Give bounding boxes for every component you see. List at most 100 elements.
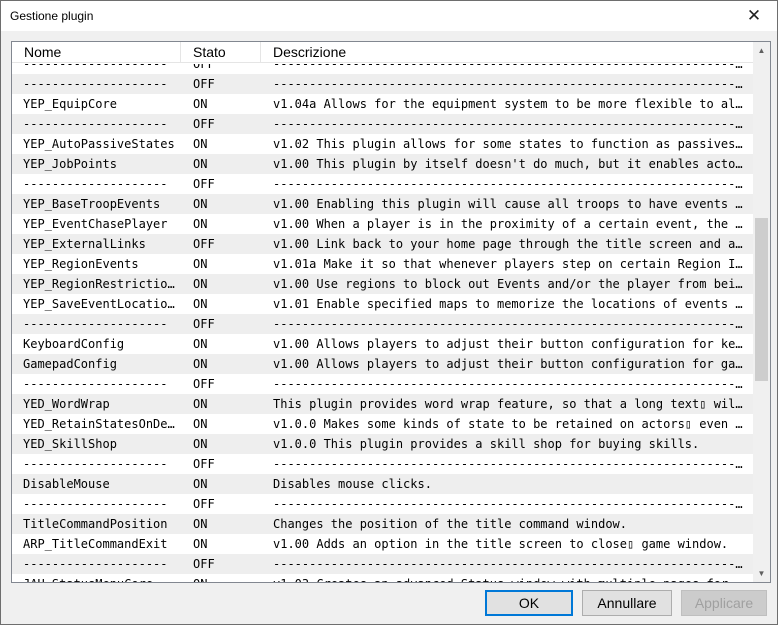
plugin-description-cell: v1.00 This plugin by itself doesn't do m…	[273, 157, 753, 171]
table-row[interactable]: -------------------- OFF -----------------…	[12, 554, 753, 574]
plugin-status-cell: ON	[193, 537, 208, 551]
plugin-name-cell: --------------------	[23, 317, 168, 331]
plugin-manager-window: Gestione plugin ✕ Nome Stato Descrizione…	[0, 0, 778, 625]
table-row[interactable]: DisableMouse ON Disables mouse clicks.	[12, 474, 753, 494]
plugin-description-cell: ----------------------------------------…	[273, 117, 753, 131]
list-rows-content: -------------------- OFF -----------------…	[12, 64, 753, 582]
table-row[interactable]: GamepadConfig ON v1.00 Allows players to a…	[12, 354, 753, 374]
table-row[interactable]: YEP_JobPoints ON v1.00 This plugin by itse…	[12, 154, 753, 174]
plugin-status-cell: ON	[181, 574, 261, 582]
plugin-status-cell: OFF	[193, 377, 215, 391]
plugin-status-cell: ON	[193, 417, 208, 431]
plugin-description-cell: v1.01a Make it so that whenever players …	[273, 257, 753, 271]
title-bar: Gestione plugin ✕	[1, 1, 777, 31]
plugin-status-cell: OFF	[193, 317, 215, 331]
plugin-description-cell: v1.00 Adds an option in the title screen…	[273, 537, 729, 551]
plugin-status-cell: OFF	[193, 117, 215, 131]
table-row[interactable]: YEP_AutoPassiveStates ON v1.02 This plugin…	[12, 134, 753, 154]
table-row[interactable]: JAH_StatusMenuCoreONv1.03 Creates an adv…	[12, 574, 753, 582]
plugin-status-cell: OFF	[193, 457, 215, 471]
plugin-name-cell: --------------------	[23, 497, 168, 511]
plugin-name-cell: --------------------	[23, 64, 168, 71]
close-button[interactable]: ✕	[731, 1, 777, 31]
table-row[interactable]: YED_SkillShop ON v1.0.0 This plugin provid…	[12, 434, 753, 454]
table-row[interactable]: YEP_EquipCore ON v1.04a Allows for the equ…	[12, 94, 753, 114]
ok-button[interactable]: OK	[485, 590, 573, 616]
plugin-description-cell: ----------------------------------------…	[273, 377, 753, 391]
plugin-name-cell: --------------------	[23, 177, 168, 191]
plugin-status-cell: ON	[193, 97, 208, 111]
plugin-name-cell: YED_WordWrap	[23, 397, 110, 411]
table-row[interactable]: KeyboardConfig ON v1.00 Allows players to …	[12, 334, 753, 354]
scrollbar-thumb[interactable]	[755, 218, 768, 381]
apply-button[interactable]: Applicare	[681, 590, 767, 616]
plugin-status-cell: ON	[193, 397, 208, 411]
table-row[interactable]: YEP_EventChasePlayer ON v1.00 When a playe…	[12, 214, 753, 234]
table-row[interactable]: -------------------- OFF -----------------…	[12, 174, 753, 194]
plugin-name-cell: YEP_EquipCore	[23, 97, 117, 111]
arrow-down-icon: ▼	[757, 569, 766, 578]
column-header-name[interactable]: Nome	[12, 42, 181, 62]
table-row[interactable]: YEP_RegionRestrictions ON v1.00 Use region…	[12, 274, 753, 294]
plugin-description-cell: v1.00 Enabling this plugin will cause al…	[273, 197, 753, 211]
plugin-name-cell: DisableMouse	[23, 477, 110, 491]
table-row[interactable]: -------------------- OFF -----------------…	[12, 74, 753, 94]
plugin-description-cell: ----------------------------------------…	[273, 64, 753, 71]
scroll-down-arrow[interactable]: ▼	[753, 565, 770, 582]
plugin-name-cell: TitleCommandPosition	[23, 517, 168, 531]
plugin-name-cell: --------------------	[23, 117, 168, 131]
plugin-name-cell: YED_SkillShop	[23, 437, 117, 451]
table-row[interactable]: -------------------- OFF -----------------…	[12, 64, 753, 74]
plugin-description-cell: v1.03 Creates an advanced Status window …	[261, 574, 753, 582]
table-row[interactable]: -------------------- OFF -----------------…	[12, 454, 753, 474]
table-row[interactable]: YEP_ExternalLinks OFF v1.00 Link back to y…	[12, 234, 753, 254]
plugin-name-cell: GamepadConfig	[23, 357, 117, 371]
plugin-description-cell: Changes the position of the title comman…	[273, 517, 628, 531]
table-row[interactable]: YED_WordWrap ON This plugin provides word …	[12, 394, 753, 414]
plugin-name-cell: YED_RetainStatesOnDeath	[23, 417, 181, 431]
table-row[interactable]: TitleCommandPosition ON Changes the positi…	[12, 514, 753, 534]
column-header-description[interactable]: Descrizione	[261, 42, 753, 62]
table-row[interactable]: ARP_TitleCommandExit ON v1.00 Adds an opti…	[12, 534, 753, 554]
plugin-name-cell: YEP_ExternalLinks	[23, 237, 146, 251]
plugin-description-cell: ----------------------------------------…	[273, 457, 753, 471]
table-row[interactable]: YED_RetainStatesOnDeath ON v1.0.0 Makes so…	[12, 414, 753, 434]
plugin-name-cell: ARP_TitleCommandExit	[23, 537, 168, 551]
table-row[interactable]: -------------------- OFF -----------------…	[12, 374, 753, 394]
table-row[interactable]: YEP_BaseTroopEvents ON v1.00 Enabling this…	[12, 194, 753, 214]
table-row[interactable]: -------------------- OFF -----------------…	[12, 494, 753, 514]
plugin-status-cell: OFF	[193, 497, 215, 511]
scroll-up-arrow[interactable]: ▲	[753, 42, 770, 59]
plugin-status-cell: OFF	[193, 557, 215, 571]
list-rows: -------------------- OFF -----------------…	[12, 64, 753, 582]
plugin-status-cell: ON	[193, 297, 208, 311]
plugin-description-cell: ----------------------------------------…	[273, 77, 753, 91]
plugin-name-cell: YEP_RegionRestrictions	[23, 277, 181, 291]
plugin-name-cell: KeyboardConfig	[23, 337, 125, 351]
column-header-status[interactable]: Stato	[181, 42, 261, 62]
plugin-description-cell: Disables mouse clicks.	[273, 477, 432, 491]
close-icon: ✕	[746, 6, 762, 25]
plugin-name-cell: YEP_EventChasePlayer	[23, 217, 168, 231]
plugin-status-cell: ON	[193, 517, 208, 531]
cancel-button[interactable]: Annullare	[582, 590, 672, 616]
vertical-scrollbar[interactable]: ▲ ▼	[753, 42, 770, 582]
plugin-status-cell: ON	[193, 217, 208, 231]
plugin-name-cell: JAH_StatusMenuCore	[12, 574, 181, 582]
plugin-status-cell: OFF	[193, 237, 215, 251]
plugin-name-cell: YEP_AutoPassiveStates	[23, 137, 175, 151]
table-row[interactable]: -------------------- OFF -----------------…	[12, 314, 753, 334]
table-row[interactable]: -------------------- OFF -----------------…	[12, 114, 753, 134]
plugin-name-cell: YEP_RegionEvents	[23, 257, 139, 271]
plugin-name-cell: --------------------	[23, 377, 168, 391]
plugin-description-cell: This plugin provides word wrap feature, …	[273, 397, 753, 411]
table-row[interactable]: YEP_SaveEventLocations ON v1.01 Enable spe…	[12, 294, 753, 314]
arrow-up-icon: ▲	[757, 46, 766, 55]
plugin-status-cell: ON	[193, 257, 208, 271]
plugin-status-cell: OFF	[193, 64, 215, 71]
plugin-status-cell: OFF	[193, 177, 215, 191]
plugin-list[interactable]: Nome Stato Descrizione -----------------…	[11, 41, 771, 583]
plugin-name-cell: --------------------	[23, 557, 168, 571]
plugin-description-cell: v1.00 Allows players to adjust their but…	[273, 357, 753, 371]
table-row[interactable]: YEP_RegionEvents ON v1.01a Make it so that…	[12, 254, 753, 274]
